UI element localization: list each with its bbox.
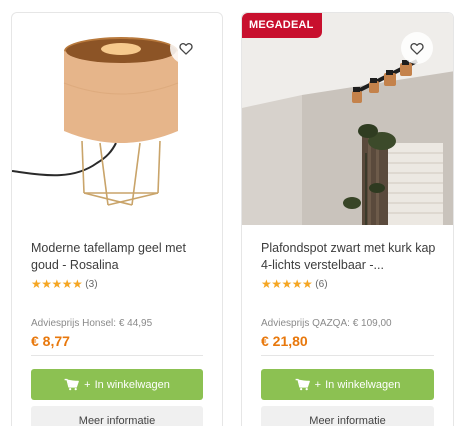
- shopping-cart-plus-icon: [295, 378, 310, 391]
- product-title[interactable]: Moderne tafellamp geel met goud - Rosali…: [31, 240, 209, 274]
- plus-icon: +: [314, 378, 322, 391]
- product-card[interactable]: Moderne tafellamp geel met goud - Rosali…: [11, 12, 223, 426]
- product-price: € 21,80: [261, 333, 308, 349]
- megadeal-badge: MEGADEAL: [242, 13, 322, 38]
- plus-icon: +: [84, 378, 91, 391]
- product-title[interactable]: Plafondspot zwart met kurk kap 4-lichts …: [261, 240, 439, 274]
- advice-price: Adviesprijs QAZQA: € 109,00: [261, 318, 392, 329]
- more-info-button[interactable]: Meer informatie: [31, 406, 203, 426]
- add-to-cart-label: In winkelwagen: [325, 378, 401, 391]
- heart-outline-icon: [410, 42, 424, 55]
- shopping-cart-plus-icon: [64, 378, 80, 391]
- add-to-cart-label: In winkelwagen: [94, 378, 170, 391]
- product-card[interactable]: MEGADEAL Plafondspot zwart met kurk kap …: [241, 12, 454, 426]
- product-rating: ★★★★★ (6): [261, 277, 328, 291]
- review-count[interactable]: (6): [315, 279, 327, 290]
- product-rating: ★★★★★ (3): [31, 277, 98, 291]
- heart-outline-icon: [179, 42, 193, 55]
- advice-price: Adviesprijs Honsel: € 44,95: [31, 318, 153, 329]
- favorite-button[interactable]: [401, 32, 433, 64]
- more-info-button[interactable]: Meer informatie: [261, 406, 434, 426]
- divider: [261, 355, 434, 356]
- add-to-cart-button[interactable]: + In winkelwagen: [31, 369, 203, 400]
- product-price: € 8,77: [31, 333, 70, 349]
- star-rating-icon: ★★★★★: [261, 277, 313, 291]
- divider: [31, 355, 203, 356]
- star-rating-icon: ★★★★★: [31, 277, 83, 291]
- favorite-button[interactable]: [170, 32, 202, 64]
- add-to-cart-button[interactable]: + In winkelwagen: [261, 369, 434, 400]
- review-count[interactable]: (3): [85, 279, 97, 290]
